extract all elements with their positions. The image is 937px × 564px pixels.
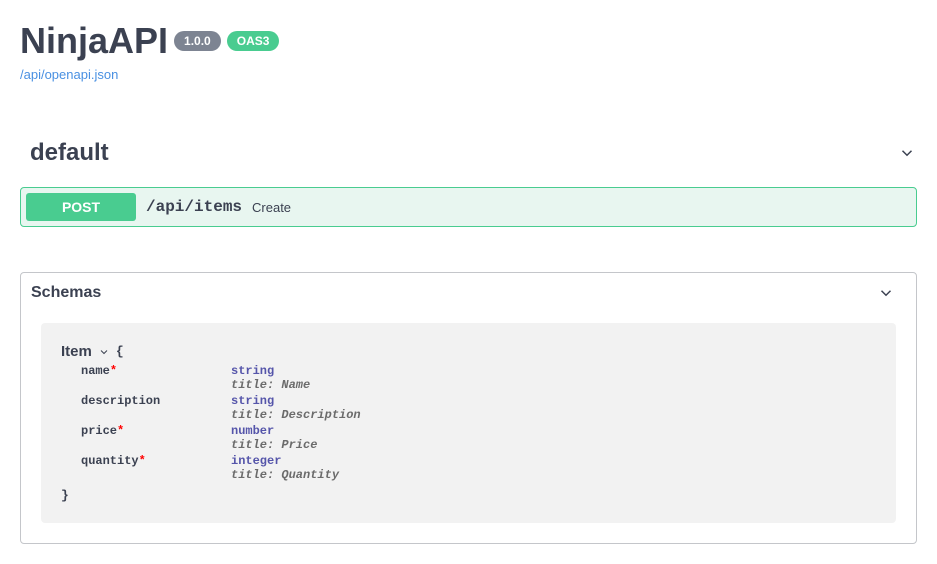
close-brace: }	[61, 488, 876, 503]
tag-title: default	[30, 139, 109, 167]
prop-title: title: Name	[231, 378, 876, 392]
prop-type: string	[231, 394, 274, 408]
operation-summary: Create	[252, 200, 291, 215]
chevron-down-icon	[897, 143, 917, 163]
operation-path: /api/items	[146, 198, 242, 216]
prop-type: integer	[231, 454, 281, 468]
required-star: *	[110, 364, 117, 378]
tag-header-default[interactable]: default	[20, 139, 917, 177]
prop-description-row: description string	[81, 394, 876, 408]
prop-type: number	[231, 424, 274, 438]
chevron-down-icon	[98, 346, 110, 358]
method-badge: POST	[26, 193, 136, 221]
prop-quantity-row: quantity* integer	[81, 454, 876, 468]
page-title: NinjaAPI	[20, 20, 168, 62]
model-item-header[interactable]: Item {	[61, 343, 876, 360]
required-star: *	[117, 424, 124, 438]
prop-title: title: Price	[231, 438, 876, 452]
model-name: Item	[61, 343, 92, 360]
prop-price-row: price* number	[81, 424, 876, 438]
prop-label: quantity	[81, 454, 139, 468]
prop-name-row: name* string	[81, 364, 876, 378]
openapi-spec-link[interactable]: /api/openapi.json	[20, 67, 118, 82]
open-brace: {	[116, 344, 124, 359]
prop-title: title: Description	[231, 408, 876, 422]
prop-label: name	[81, 364, 110, 378]
schemas-title: Schemas	[31, 284, 101, 302]
required-star: *	[139, 454, 146, 468]
prop-title: title: Quantity	[231, 468, 876, 482]
chevron-down-icon	[876, 283, 896, 303]
version-badge: 1.0.0	[174, 31, 221, 51]
prop-label: description	[81, 394, 160, 408]
oas-badge: OAS3	[227, 31, 280, 51]
schemas-header[interactable]: Schemas	[21, 273, 916, 313]
operation-post-items[interactable]: POST /api/items Create	[20, 187, 917, 227]
prop-label: price	[81, 424, 117, 438]
prop-type: string	[231, 364, 274, 378]
